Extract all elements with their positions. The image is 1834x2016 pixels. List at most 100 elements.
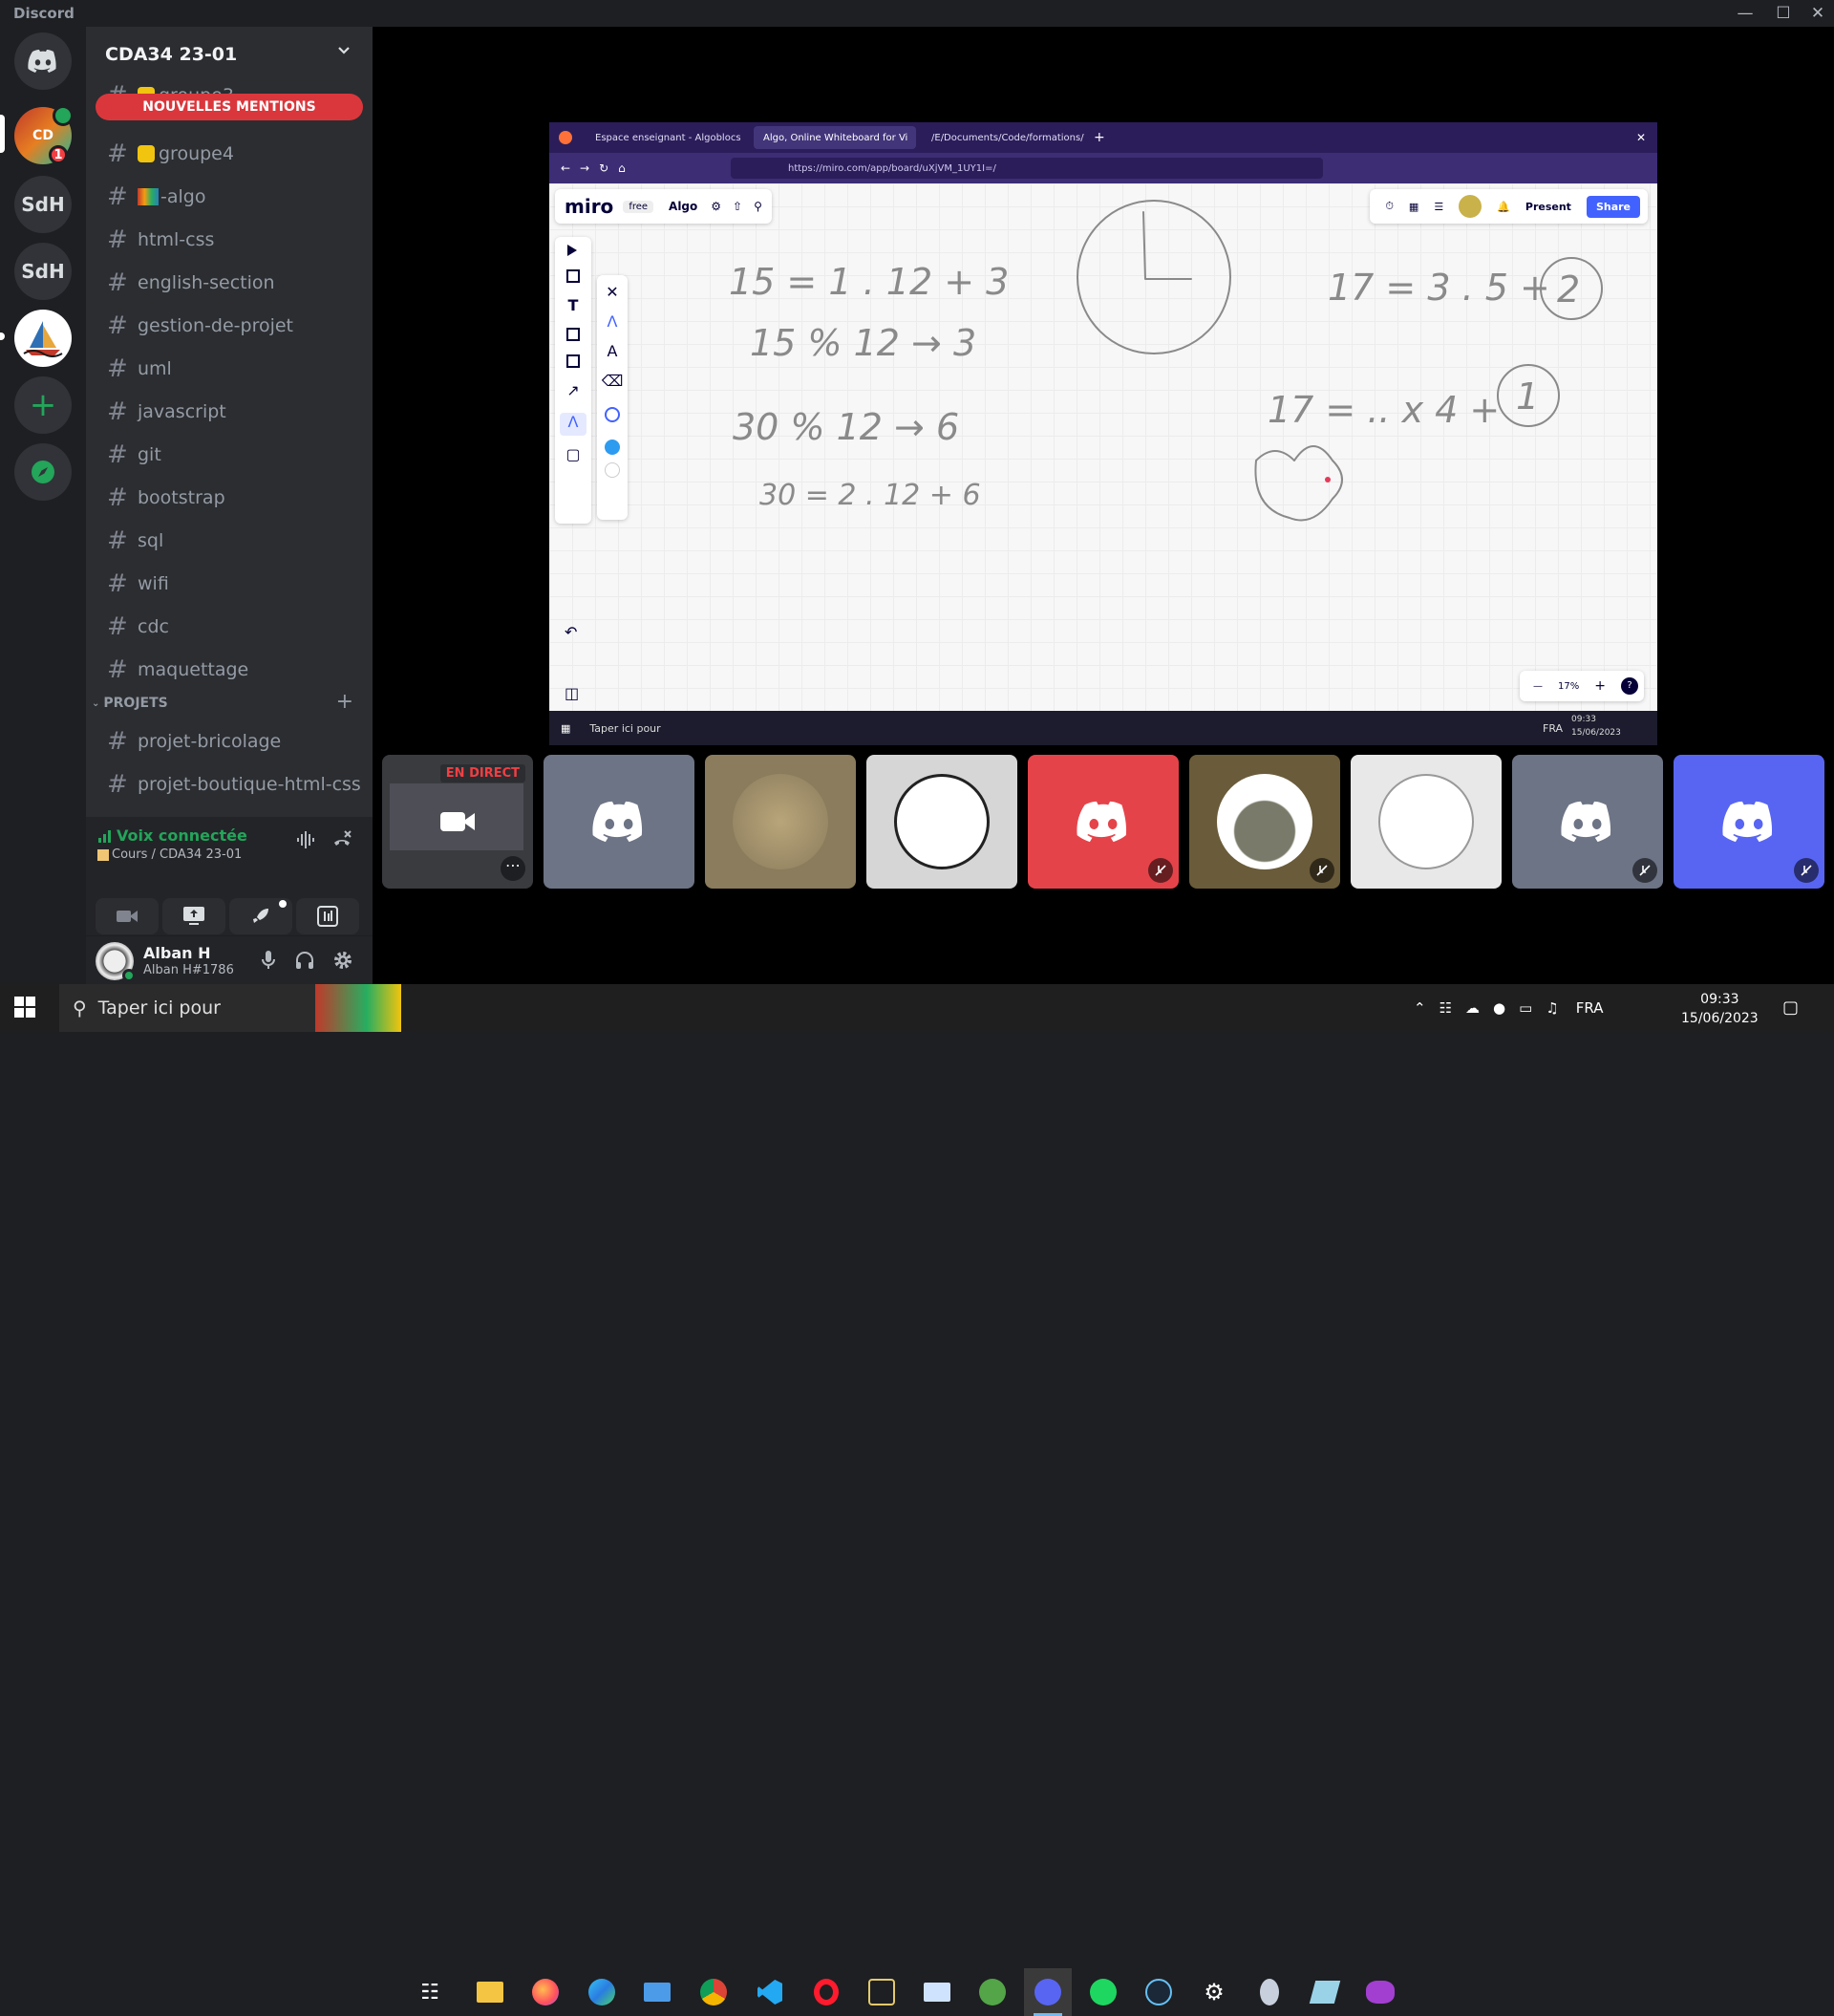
language-indicator[interactable]: FRA	[1576, 999, 1604, 1017]
svg-text:15 = 1 . 12 + 3: 15 = 1 . 12 + 3	[729, 261, 1009, 303]
participant-tile[interactable]	[1189, 755, 1340, 889]
shared-search: Taper ici pour	[589, 721, 661, 735]
browser-tab-bar: Espace enseignant - Algoblocs Algo, Onli…	[549, 122, 1657, 153]
category-projets[interactable]: ⌄ PROJETS +	[92, 690, 369, 714]
screen-share-button[interactable]	[162, 898, 225, 934]
compass-icon	[32, 461, 54, 483]
participant-tile[interactable]	[1512, 755, 1663, 889]
channel-git[interactable]: # git	[99, 436, 363, 474]
noise-suppression-icon[interactable]	[294, 828, 317, 855]
app-icon[interactable]	[858, 1968, 906, 2016]
vscode-icon[interactable]	[746, 1968, 794, 2016]
svg-text:17 = 3 . 5 +: 17 = 3 . 5 +	[1328, 267, 1550, 309]
help-icon[interactable]: ?	[1621, 677, 1638, 695]
channel-label: groupe4	[159, 143, 234, 164]
more-icon[interactable]: ⋯	[501, 856, 525, 881]
server-sdh-2[interactable]: SdH	[14, 243, 72, 300]
gear-icon[interactable]	[332, 950, 353, 975]
participant-tile[interactable]	[866, 755, 1017, 889]
tab-files[interactable]: /E/Documents/Code/formations/C	[922, 126, 1084, 149]
new-mentions-banner[interactable]: NOUVELLES MENTIONS	[96, 94, 363, 120]
tab-algoblocs[interactable]: Espace enseignant - Algoblocs	[586, 126, 748, 149]
settings-icon[interactable]: ⚙	[1190, 1968, 1238, 2016]
channel-wifi[interactable]: # wifi	[99, 565, 363, 603]
voice-status[interactable]: Voix connectée	[97, 826, 247, 845]
edge-icon[interactable]	[578, 1968, 626, 2016]
steam-icon[interactable]	[1135, 1968, 1183, 2016]
app-icon[interactable]	[1356, 1968, 1404, 2016]
miro-board[interactable]: miro free Algo ⚙ ⇧ ⚲ ⏱ ▦ ☰ 🔔 Present Sha…	[549, 183, 1657, 711]
microphone-icon[interactable]: ●	[1493, 999, 1505, 1017]
minimize-icon[interactable]: —	[1729, 0, 1761, 27]
windows-start-icon[interactable]	[13, 996, 36, 1022]
close-icon[interactable]: ✕	[1636, 131, 1646, 144]
server-cda34[interactable]: CD 1	[14, 105, 74, 164]
nav-buttons-icon[interactable]: ←→↻⌂	[561, 161, 635, 175]
battery-icon[interactable]: ▭	[1519, 999, 1532, 1017]
channel-uml[interactable]: # uml	[99, 350, 363, 388]
add-channel-icon[interactable]: +	[336, 690, 353, 714]
channel-cdc[interactable]: # cdc	[99, 608, 363, 646]
voice-location[interactable]: Cours / CDA34 23-01	[97, 847, 242, 862]
taskbar-search[interactable]: ⚲ Taper ici pour	[59, 984, 401, 1032]
add-server-button[interactable]: +	[14, 376, 72, 434]
chrome-icon[interactable]	[690, 1968, 737, 2016]
task-view-icon[interactable]: ☷	[406, 1968, 454, 2016]
channel-html-css[interactable]: # html-css	[99, 221, 363, 259]
firefox-icon[interactable]	[522, 1968, 569, 2016]
channel-algo[interactable]: # -algo	[99, 178, 363, 216]
zoom-out-icon[interactable]: —	[1533, 681, 1543, 692]
server-sailboat[interactable]	[14, 310, 72, 367]
stream-preview-tile[interactable]: EN DIRECT ⋯	[382, 755, 533, 889]
participant-tile[interactable]	[544, 755, 694, 889]
server-header[interactable]: CDA34 23-01	[86, 27, 373, 82]
svg-text:17 = .. x 4 +: 17 = .. x 4 +	[1268, 389, 1500, 431]
participant-tile[interactable]	[705, 755, 856, 889]
browser-nav-bar: ←→↻⌂ https://miro.com/app/board/uXjVM_1U…	[549, 153, 1657, 183]
channel-groupe4[interactable]: # groupe4	[99, 135, 363, 173]
participant-tile[interactable]	[1674, 755, 1824, 889]
tab-miro[interactable]: Algo, Online Whiteboard for Vi	[754, 126, 916, 149]
channel-sql[interactable]: # sql	[99, 522, 363, 560]
onedrive-icon[interactable]: ☁	[1465, 999, 1480, 1017]
activity-button[interactable]	[229, 898, 292, 934]
new-tab-icon[interactable]: +	[1094, 130, 1105, 145]
zoom-in-icon[interactable]: +	[1594, 678, 1606, 694]
channel-projet-bricolage[interactable]: # projet-bricolage	[99, 722, 363, 761]
network-icon[interactable]: ☷	[1439, 999, 1452, 1017]
channel-javascript[interactable]: # javascript	[99, 393, 363, 431]
screen-share-view[interactable]: Espace enseignant - Algoblocs Algo, Onli…	[549, 122, 1657, 745]
microphone-icon[interactable]	[260, 950, 277, 975]
notifications-icon[interactable]: ▢	[1782, 997, 1799, 1018]
channel-gestion-de-projet[interactable]: # gestion-de-projet	[99, 307, 363, 345]
channel-english-section[interactable]: # english-section	[99, 264, 363, 302]
disconnect-icon[interactable]	[331, 828, 353, 855]
app-icon[interactable]	[913, 1968, 961, 2016]
channel-maquettage[interactable]: # maquettage	[99, 651, 363, 689]
home-button[interactable]	[14, 32, 72, 90]
maximize-icon[interactable]: ☐	[1767, 0, 1800, 27]
chevron-up-icon[interactable]: ⌃	[1414, 999, 1426, 1017]
channel-projet-boutique-html-css[interactable]: # projet-boutique-html-css	[99, 765, 363, 804]
discord-icon[interactable]	[1024, 1968, 1072, 2016]
file-explorer-icon[interactable]	[466, 1968, 514, 2016]
opera-icon[interactable]	[802, 1968, 850, 2016]
participant-tile[interactable]	[1351, 755, 1502, 889]
participant-tile[interactable]	[1028, 755, 1179, 889]
url-bar[interactable]: https://miro.com/app/board/uXjVM_1UY1I=/	[731, 158, 1323, 179]
soundboard-button[interactable]	[296, 898, 359, 934]
close-icon[interactable]: ✕	[1802, 0, 1834, 27]
utorrent-icon[interactable]	[969, 1968, 1016, 2016]
channel-bootstrap[interactable]: # bootstrap	[99, 479, 363, 517]
clock[interactable]: 09:33 15/06/2023	[1681, 990, 1759, 1028]
volume-icon[interactable]: ♫	[1546, 999, 1558, 1017]
camera-button[interactable]	[96, 898, 159, 934]
avatar[interactable]	[96, 942, 136, 982]
mail-icon[interactable]	[633, 1968, 681, 2016]
headphones-icon[interactable]	[294, 950, 315, 975]
server-sdh-1[interactable]: SdH	[14, 176, 72, 233]
explore-servers-button[interactable]	[14, 443, 72, 501]
spotify-icon[interactable]	[1079, 1968, 1127, 2016]
app-icon[interactable]	[1301, 1968, 1349, 2016]
app-icon[interactable]	[1246, 1968, 1293, 2016]
